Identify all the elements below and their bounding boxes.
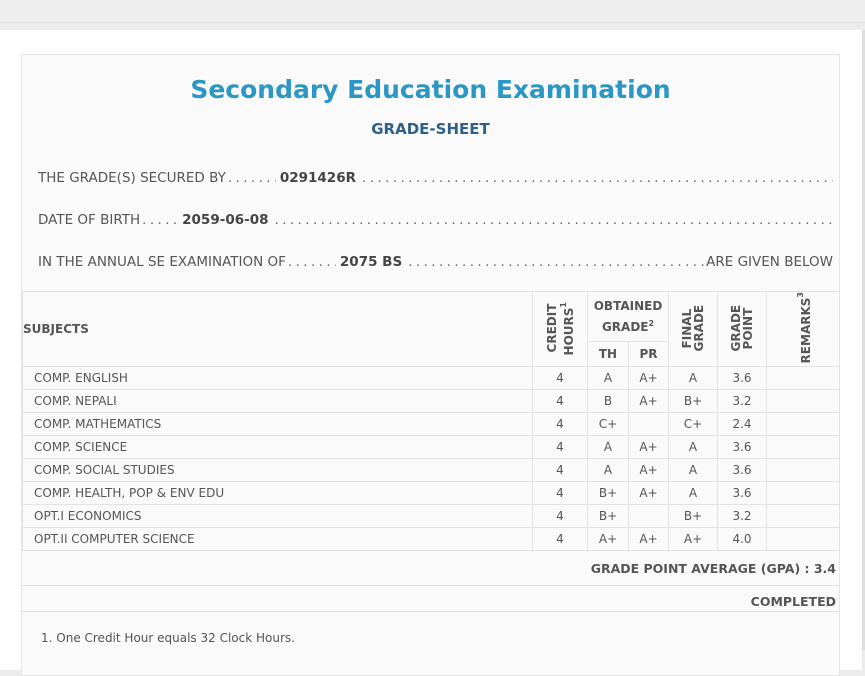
divider: [22, 611, 839, 612]
pr-grade-cell: A+: [627, 389, 670, 414]
subject-cell: OPT.II COMPUTER SCIENCE: [22, 527, 533, 552]
th-grade-cell: A: [587, 435, 629, 460]
remarks-cell: [766, 504, 841, 529]
exam-title: Secondary Education Examination: [190, 75, 671, 104]
pr-grade-cell: [627, 412, 670, 437]
grade-point-cell: 3.6: [717, 435, 768, 460]
remarks-cell: [766, 389, 841, 414]
obtained-grade-header: OBTAINED GRADE2: [586, 291, 670, 342]
leader-dots: ........................................…: [274, 212, 834, 228]
pr-grade-cell: [627, 504, 670, 529]
subjects-header: SUBJECTS: [22, 290, 533, 368]
remarks-cell: [766, 366, 841, 391]
th-grade-cell: A: [587, 458, 629, 483]
grade-point-cell: 3.6: [717, 481, 768, 506]
grade-point-header: GRADE POINT: [717, 290, 768, 368]
pr-grade-cell: A+: [627, 366, 670, 391]
date-of-birth: 2059-06-08: [182, 212, 269, 228]
table-row: COMP. ENGLISH 4 A A+ A 3.6: [22, 366, 841, 391]
grade-point-cell: 3.2: [717, 389, 768, 414]
exam-label: IN THE ANNUAL SE EXAMINATION OF: [38, 254, 286, 270]
remarks-cell: [766, 435, 841, 460]
pr-header: PR: [627, 340, 670, 368]
credit-cell: 4: [532, 366, 588, 391]
th-grade-cell: C+: [587, 412, 629, 437]
th-grade-cell: B+: [587, 504, 629, 529]
pr-grade-cell: A+: [627, 527, 670, 552]
table-row: OPT.II COMPUTER SCIENCE 4 A+ A+ A+ 4.0: [22, 527, 841, 552]
symbol-number: 0291426R: [279, 170, 356, 186]
leader-dots: ......: [142, 212, 178, 228]
pr-grade-cell: A+: [627, 481, 670, 506]
subject-cell: OPT.I ECONOMICS: [22, 504, 533, 529]
final-grade-cell: A: [668, 458, 719, 483]
browser-top-bar: [0, 0, 865, 23]
credit-cell: 4: [532, 504, 588, 529]
credit-cell: 4: [532, 435, 588, 460]
credit-cell: 4: [532, 527, 588, 552]
remarks-cell: [766, 458, 841, 483]
final-grade-cell: A: [668, 481, 719, 506]
subject-cell: COMP. SOCIAL STUDIES: [22, 458, 533, 483]
final-grade-cell: A+: [668, 527, 719, 552]
grades-table: SUBJECTS CREDIT HOURS1 OBTAINED GRADE2 F…: [22, 290, 841, 552]
grade-point-cell: 3.6: [717, 366, 768, 391]
pr-grade-cell: A+: [627, 435, 670, 460]
remarks-cell: [766, 412, 841, 437]
subject-cell: COMP. ENGLISH: [22, 366, 533, 391]
dob-label: DATE OF BIRTH: [38, 212, 141, 228]
table-row: OPT.I ECONOMICS 4 B+ B+ 3.2: [22, 504, 841, 529]
th-grade-cell: B+: [587, 481, 629, 506]
pr-grade-cell: A+: [627, 458, 670, 483]
th-header: TH: [587, 340, 629, 368]
credit-cell: 4: [532, 412, 588, 437]
th-grade-cell: A: [587, 366, 629, 391]
leader-dots: ........................................…: [408, 254, 704, 270]
leader-dots: .......: [227, 170, 276, 186]
table-row: COMP. NEPALI 4 B A+ B+ 3.2: [22, 389, 841, 414]
th-grade-cell: A+: [587, 527, 629, 552]
credit-hours-header: CREDIT HOURS1: [532, 290, 588, 368]
subject-cell: COMP. SCIENCE: [22, 435, 533, 460]
final-grade-header: FINAL GRADE: [668, 290, 719, 368]
final-grade-cell: A: [668, 366, 719, 391]
grade-point-cell: 3.6: [717, 458, 768, 483]
exam-line: IN THE ANNUAL SE EXAMINATION OF ....... …: [38, 254, 833, 270]
remarks-header: REMARKS3: [766, 290, 841, 368]
exam-suffix: ARE GIVEN BELOW: [706, 254, 833, 270]
result-status: COMPLETED: [750, 594, 836, 609]
table-row: COMP. SCIENCE 4 A A+ A 3.6: [22, 435, 841, 460]
dob-line: DATE OF BIRTH ...... 2059-06-08 ........…: [38, 212, 833, 228]
table-row: COMP. MATHEMATICS 4 C+ C+ 2.4: [22, 412, 841, 437]
subject-cell: COMP. NEPALI: [22, 389, 533, 414]
grade-point-cell: 3.2: [717, 504, 768, 529]
remarks-cell: [766, 527, 841, 552]
final-grade-cell: B+: [668, 504, 719, 529]
gpa-summary: GRADE POINT AVERAGE (GPA) : 3.4: [590, 561, 836, 576]
grade-sheet-card: Secondary Education Examination GRADE-SH…: [21, 54, 841, 676]
grade-point-cell: 2.4: [717, 412, 768, 437]
final-grade-cell: C+: [668, 412, 719, 437]
grade-point-cell: 4.0: [717, 527, 768, 552]
secured-by-label: THE GRADE(S) SECURED BY: [38, 170, 226, 186]
th-grade-cell: B: [587, 389, 629, 414]
secured-by-line: THE GRADE(S) SECURED BY ....... 0291426R…: [38, 170, 833, 186]
leader-dots: ........................................…: [362, 170, 833, 186]
subject-cell: COMP. HEALTH, POP & ENV EDU: [22, 481, 533, 506]
grade-sheet-heading: GRADE-SHEET: [371, 120, 490, 138]
leader-dots: .......: [287, 254, 336, 270]
exam-year: 2075 BS: [339, 254, 403, 270]
divider: [22, 585, 839, 586]
table-row: COMP. HEALTH, POP & ENV EDU 4 B+ A+ A 3.6: [22, 481, 841, 506]
credit-cell: 4: [532, 481, 588, 506]
remarks-cell: [766, 481, 841, 506]
credit-cell: 4: [532, 389, 588, 414]
final-grade-cell: B+: [668, 389, 719, 414]
credit-cell: 4: [532, 458, 588, 483]
final-grade-cell: A: [668, 435, 719, 460]
subject-cell: COMP. MATHEMATICS: [22, 412, 533, 437]
table-row: COMP. SOCIAL STUDIES 4 A A+ A 3.6: [22, 458, 841, 483]
footnote-credit-hours: 1. One Credit Hour equals 32 Clock Hours…: [41, 631, 295, 645]
